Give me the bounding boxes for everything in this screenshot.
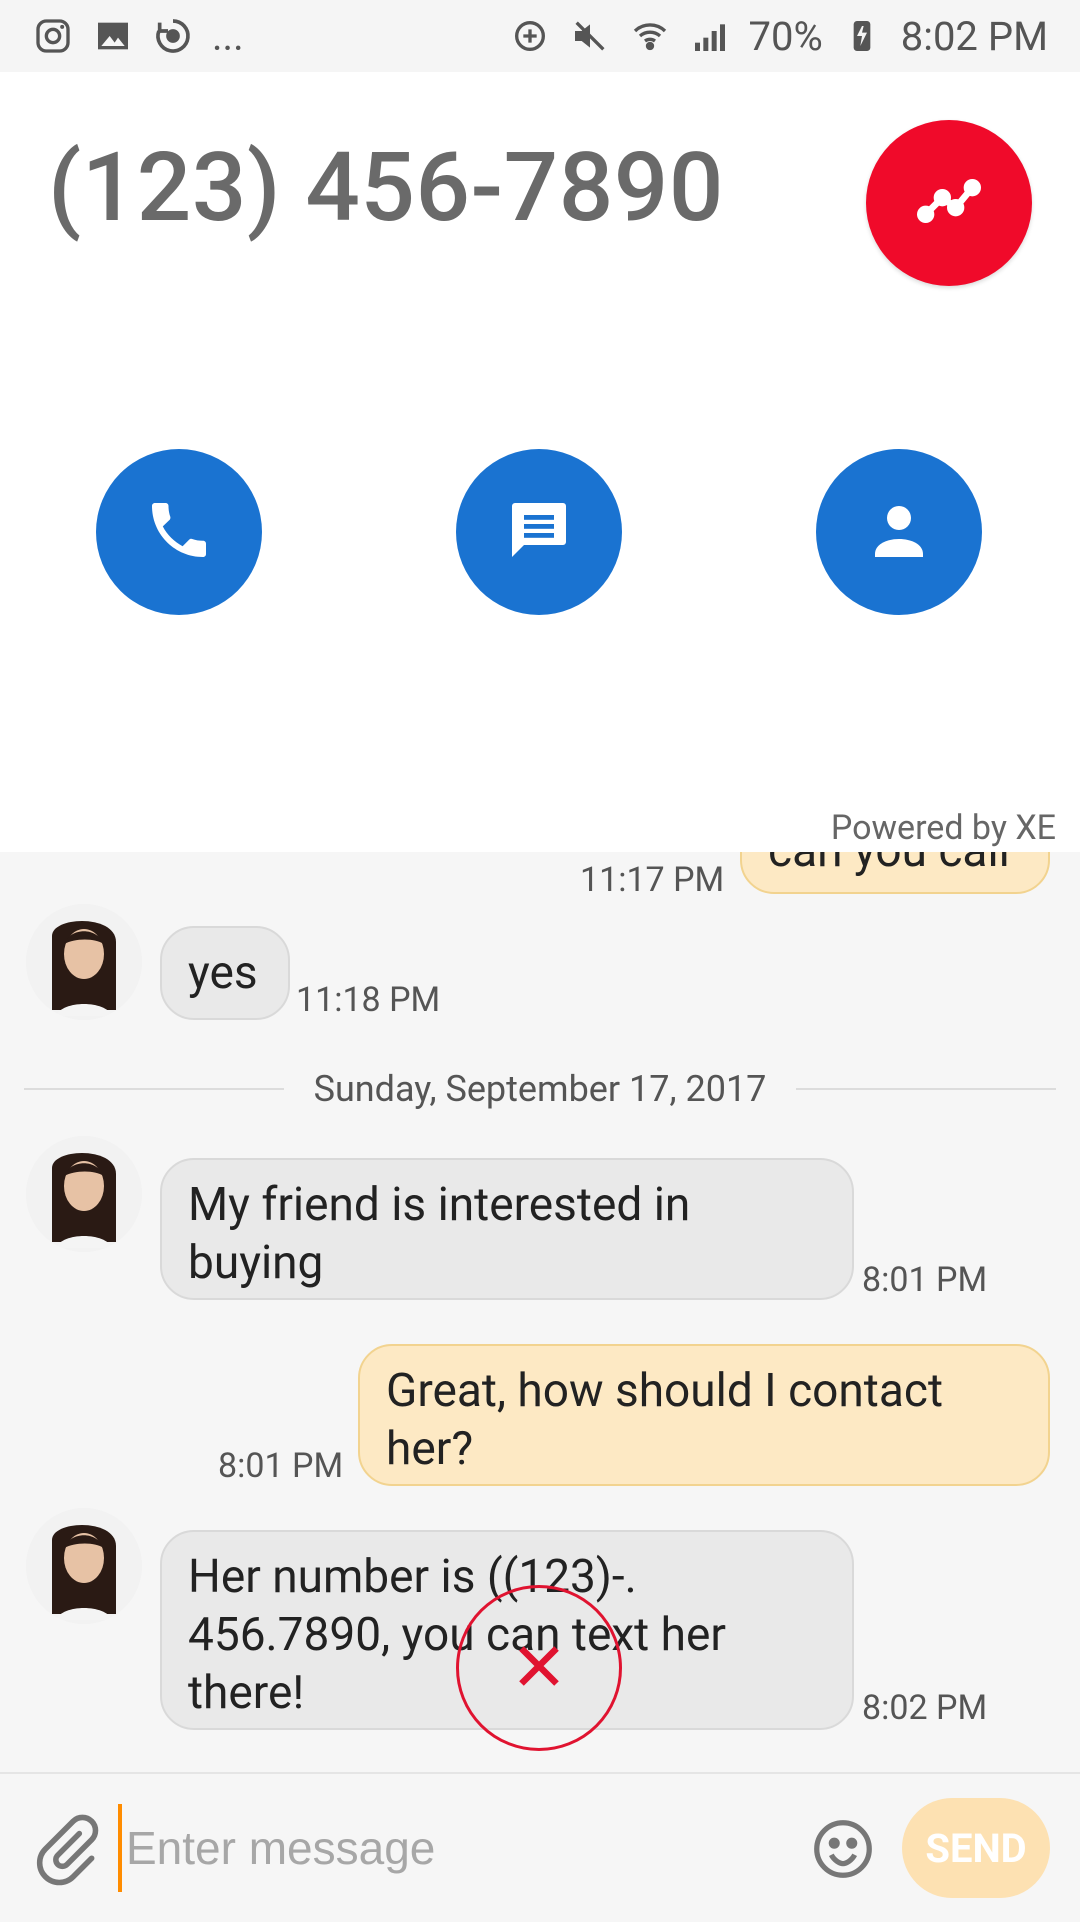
trend-icon (909, 161, 989, 245)
message-bubble-incoming[interactable]: My friend is interested in buying (160, 1158, 854, 1300)
contact-panel: (123) 456-7890 Powered by XE (0, 72, 1080, 852)
call-button[interactable] (96, 449, 262, 615)
contact-icon (863, 494, 935, 570)
more-notifications: ... (212, 12, 244, 60)
call-icon (143, 494, 215, 570)
message-time: 8:01 PM (218, 1446, 344, 1486)
message-text: My friend is interested in buying (188, 1178, 691, 1290)
signal-icon (689, 15, 731, 57)
message-bubble-incoming[interactable]: Her number is ((123)-. 456.7890, you can… (160, 1530, 854, 1730)
message-icon (503, 494, 575, 570)
battery-icon (841, 15, 883, 57)
contact-button[interactable] (816, 449, 982, 615)
instagram-icon (32, 15, 74, 57)
message-time: 11:18 PM (296, 980, 441, 1020)
message-text: Great, how should I contact her? (386, 1364, 944, 1476)
message-bubble-incoming[interactable]: yes (160, 926, 290, 1020)
message-time: 11:17 PM (580, 860, 725, 900)
send-button[interactable]: SEND (902, 1798, 1050, 1898)
trend-button[interactable] (866, 120, 1032, 286)
message-composer: SEND (0, 1772, 1080, 1922)
message-button[interactable] (456, 449, 622, 615)
avatar[interactable] (26, 1508, 142, 1624)
smiley-icon[interactable] (808, 1814, 878, 1884)
message-text: Her number is ((123)-. 456.7890, you can… (188, 1550, 726, 1720)
clock: 8:02 PM (900, 12, 1048, 60)
phone-number: (123) 456-7890 (48, 132, 724, 244)
chat-thread[interactable]: 11:17 PM can you call yes 11:18 PM Sunda… (0, 852, 1080, 1772)
avatar[interactable] (26, 1136, 142, 1252)
powered-by-label: Powered by XE (830, 808, 1056, 848)
message-time: 8:01 PM (862, 1260, 988, 1300)
gallery-icon (92, 15, 134, 57)
mute-icon (569, 15, 611, 57)
message-time: 8:02 PM (862, 1688, 988, 1728)
message-bubble-outgoing[interactable]: Great, how should I contact her? (358, 1344, 1050, 1486)
message-text: yes (188, 946, 258, 1000)
avatar[interactable] (26, 904, 142, 1020)
battery-percent: 70% (748, 12, 823, 60)
wifi-icon (629, 15, 671, 57)
status-bar: ... 70% 8:02 PM (0, 0, 1080, 72)
paperclip-icon[interactable] (30, 1812, 104, 1886)
message-bubble-outgoing[interactable]: can you call (740, 852, 1050, 894)
sync-icon (152, 15, 194, 57)
date-separator-label: Sunday, September 17, 2017 (0, 1068, 1080, 1110)
message-text: can you call (768, 852, 1010, 878)
data-saver-icon (509, 15, 551, 57)
message-input[interactable] (118, 1804, 768, 1892)
